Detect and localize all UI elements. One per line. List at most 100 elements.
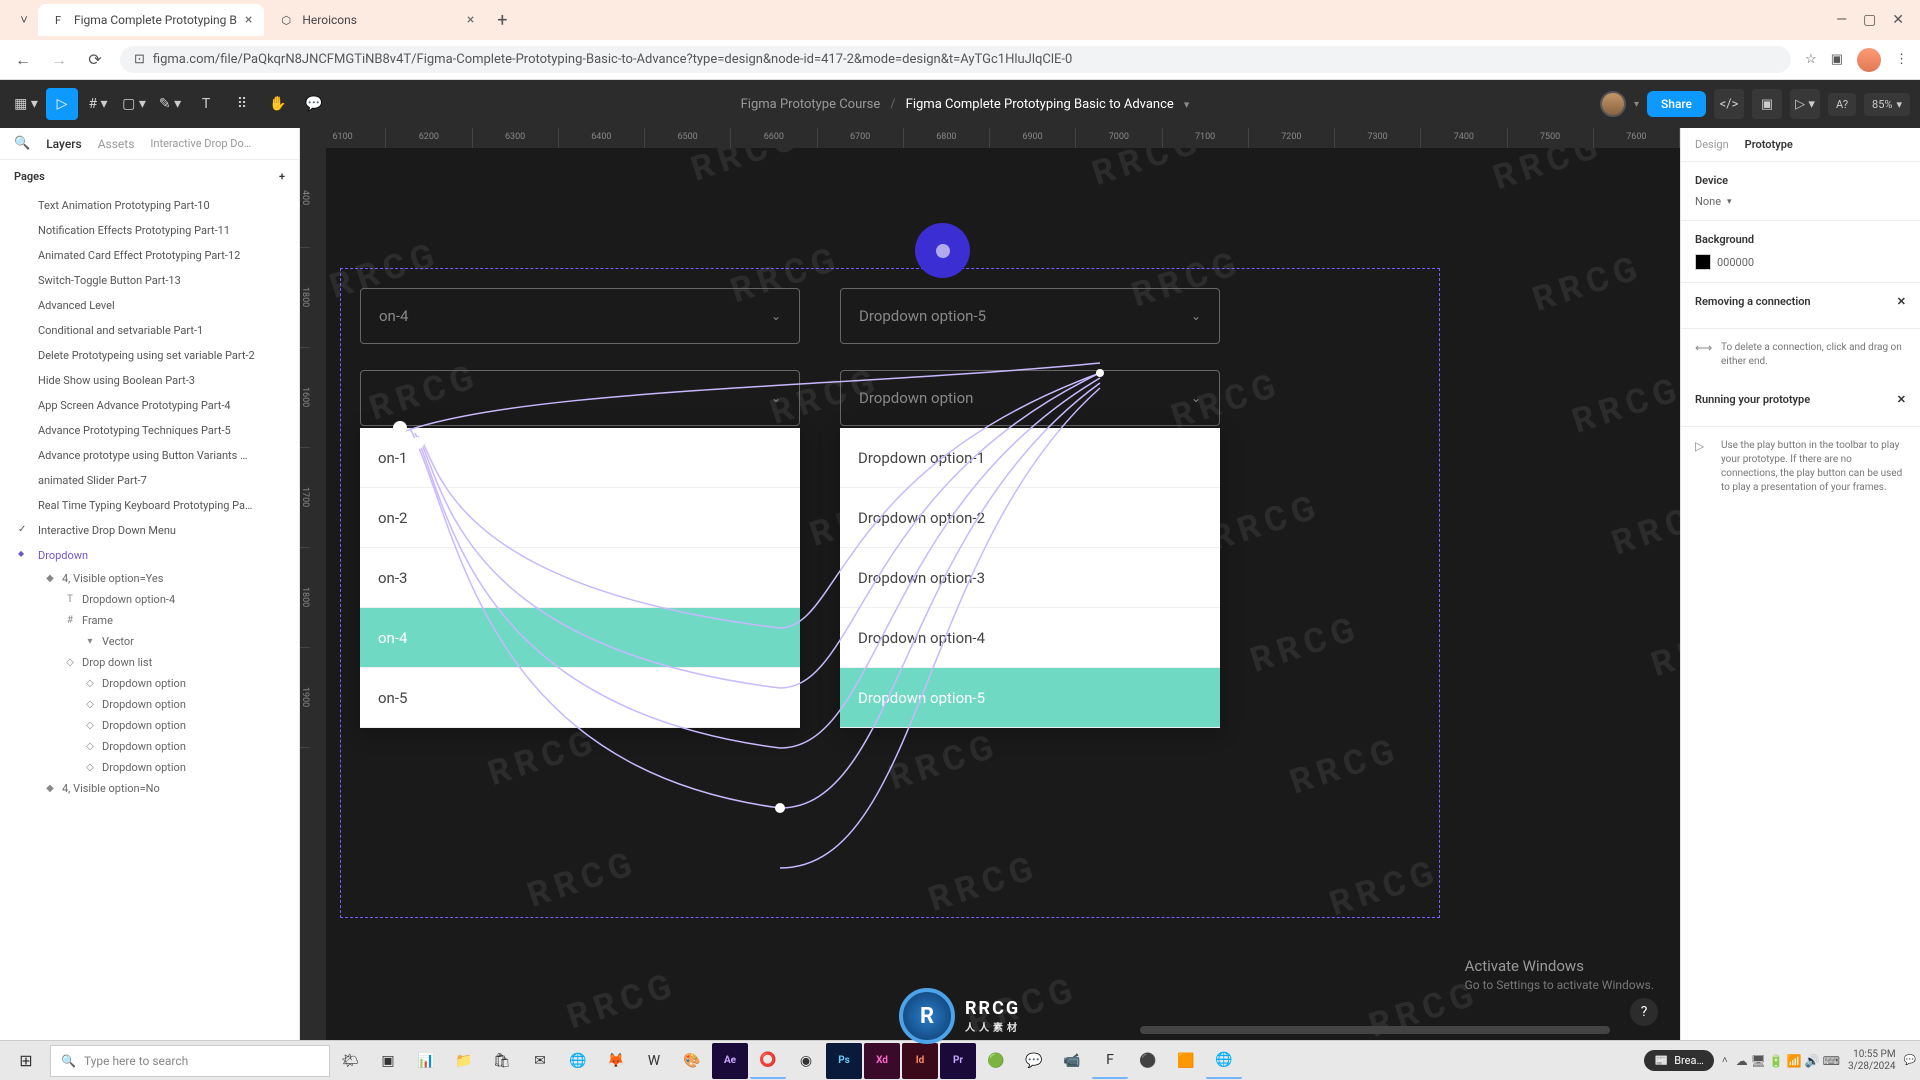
app-icon[interactable]: 🟢 [978,1043,1014,1079]
site-info-icon[interactable]: ⊡ [134,52,145,67]
dropdown-collapsed[interactable]: Dropdown option-5⌄ [840,288,1220,344]
close-tab-icon[interactable]: × [467,12,474,28]
dropdown-collapsed[interactable]: on-4⌄ [360,288,800,344]
dropdown-option[interactable]: on-1 [360,428,800,488]
help-button[interactable]: ? [1630,998,1658,1026]
layer-item[interactable]: ◇Drop down list [0,652,299,673]
add-page-button[interactable]: + [279,170,285,183]
layer-item[interactable]: ◆4, Visible option=Yes [0,568,299,589]
page-item[interactable]: animated Slider Part-7 [0,468,299,493]
present-button[interactable]: ▷ ▾ [1790,89,1820,119]
back-button[interactable]: ← [12,49,34,71]
dropdown-option[interactable]: on-5 [360,668,800,728]
tray-expand-icon[interactable]: ˄ [1722,1055,1728,1066]
taskbar-search[interactable]: 🔍 Type here to search [50,1045,330,1077]
page-item[interactable]: Animated Card Effect Prototyping Part-12 [0,243,299,268]
frame-tool[interactable]: # ▾ [82,88,114,120]
layer-item[interactable]: TDropdown option-4 [0,589,299,610]
layer-item[interactable]: ◆4, Visible option=No [0,778,299,799]
reload-button[interactable]: ⟳ [84,49,106,71]
dropdown-collapsed[interactable]: ⌄ [360,370,800,426]
layer-item[interactable]: ◇Dropdown option [0,694,299,715]
notifications-icon[interactable]: 💬 [1904,1055,1916,1066]
store-icon[interactable]: 🛍 [484,1043,520,1079]
new-tab-button[interactable]: + [488,6,516,34]
background-color[interactable]: 000000 [1695,254,1906,270]
dropdown-collapsed[interactable]: Dropdown option⌄ [840,370,1220,426]
dropdown-option[interactable]: on-3 [360,548,800,608]
dropdown-option[interactable]: on-2 [360,488,800,548]
share-button[interactable]: Share [1647,91,1706,117]
dropdown-option[interactable]: Dropdown option-1 [840,428,1220,488]
firefox-icon[interactable]: 🦊 [598,1043,634,1079]
browser-tab-active[interactable]: F Figma Complete Prototyping B × [38,4,264,36]
extensions-icon[interactable]: ▣ [1831,52,1843,67]
url-input[interactable]: ⊡ figma.com/file/PaQkqrN8JNCFMGTiNB8v4T/… [120,46,1791,73]
project-name[interactable]: Figma Prototype Course [741,97,881,112]
app-icon[interactable]: 🎨 [674,1043,710,1079]
task-view-icon[interactable]: ▣ [370,1043,406,1079]
hand-tool[interactable]: ✋ [262,88,294,120]
dropdown-option[interactable]: Dropdown option-5 [840,668,1220,728]
dev-mode-button[interactable]: </> [1714,89,1744,119]
device-selector[interactable]: None ▾ [1695,195,1906,208]
news-widget[interactable]: 📰 Brea… [1644,1050,1713,1071]
a11y-badge[interactable]: A? [1828,93,1856,116]
page-item[interactable]: Interactive Drop Down Menu [0,518,299,543]
dropdown-option[interactable]: Dropdown option-4 [840,608,1220,668]
page-item[interactable]: Conditional and setvariable Part-1 [0,318,299,343]
dropdown-option[interactable]: on-4 [360,608,800,668]
layers-tab[interactable]: Layers [46,137,82,151]
close-icon[interactable]: ✕ [1892,12,1904,28]
mail-icon[interactable]: ✉ [522,1043,558,1079]
layer-item[interactable]: ▾Vector [0,631,299,652]
page-item[interactable]: Advance prototype using Button Variants … [0,443,299,468]
file-dropdown-icon[interactable]: ▾ [1184,98,1190,111]
xd-icon[interactable]: Xd [864,1043,900,1079]
page-item[interactable]: Delete Prototypeing using set variable P… [0,343,299,368]
page-item[interactable]: Real Time Typing Keyboard Prototyping Pa… [0,493,299,518]
dropdown-open-right[interactable]: Dropdown option-1Dropdown option-2Dropdo… [840,428,1220,728]
page-item[interactable]: Dropdown [0,543,299,568]
layer-item[interactable]: ◇Dropdown option [0,673,299,694]
figma-taskbar-icon[interactable]: F [1092,1043,1128,1079]
layer-item[interactable]: ◇Dropdown option [0,757,299,778]
prototype-tab[interactable]: Prototype [1745,138,1793,151]
close-tip-icon[interactable]: ✕ [1897,295,1906,308]
user-avatar[interactable] [1600,91,1626,117]
discord-icon[interactable]: 💬 [1016,1043,1052,1079]
indesign-icon[interactable]: Id [902,1043,938,1079]
close-tip-icon[interactable]: ✕ [1897,393,1906,406]
main-menu-button[interactable]: ▦ ▾ [10,88,42,120]
canvas-scrollbar[interactable] [1140,1026,1610,1034]
bookmark-icon[interactable]: ☆ [1805,52,1817,67]
page-item[interactable]: Switch-Toggle Button Part-13 [0,268,299,293]
chrome-icon[interactable]: 🌐 [1206,1043,1242,1079]
aftereffects-icon[interactable]: Ae [712,1043,748,1079]
zoom-icon[interactable]: 📹 [1054,1043,1090,1079]
search-icon[interactable]: 🔍 [14,136,30,151]
edge-icon[interactable]: 🌐 [560,1043,596,1079]
clock[interactable]: 10:55 PM 3/28/2024 [1848,1049,1896,1073]
forward-button[interactable]: → [48,49,70,71]
canvas[interactable]: RRCGRRCGRRCGRRCGRRCGRRCGRRCGRRCGRRCGRRCG… [300,128,1680,1040]
browser-tab[interactable]: ⬡ Heroicons × [266,4,486,36]
page-crumb[interactable]: Interactive Drop Do… [150,137,285,150]
zoom-control[interactable]: 85% ▾ [1864,93,1910,116]
dropdown-option[interactable]: Dropdown option-2 [840,488,1220,548]
resources-tool[interactable]: ⠿ [226,88,258,120]
minimize-icon[interactable]: ― [1836,12,1847,28]
page-item[interactable]: App Screen Advance Prototyping Part-4 [0,393,299,418]
page-item[interactable]: Advanced Level [0,293,299,318]
dropdown-open-left[interactable]: on-1on-2on-3on-4on-5 [360,428,800,728]
avatar-caret-icon[interactable]: ▾ [1634,99,1639,110]
menu-icon[interactable]: ⋮ [1895,52,1908,67]
app-icon[interactable]: 📊 [408,1043,444,1079]
app-icon[interactable]: ◉ [788,1043,824,1079]
assets-tab[interactable]: Assets [98,137,135,151]
dropdown-option[interactable]: Dropdown option-3 [840,548,1220,608]
word-icon[interactable]: W [636,1043,672,1079]
layer-item[interactable]: ◇Dropdown option [0,736,299,757]
chrome-icon[interactable]: ⭕ [750,1043,786,1079]
start-button[interactable]: ⊞ [4,1043,48,1079]
